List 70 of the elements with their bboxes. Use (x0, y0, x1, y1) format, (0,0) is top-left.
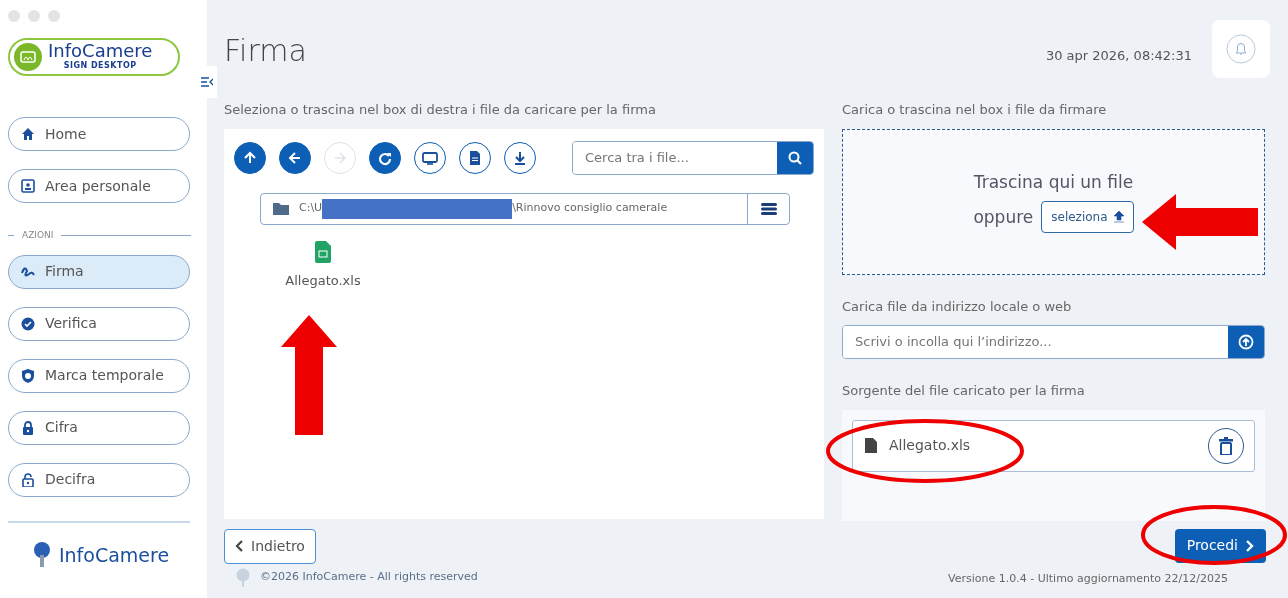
collapse-icon (201, 77, 213, 87)
url-field[interactable]: Scrivi o incolla qui l’indirizzo... (842, 325, 1265, 359)
back-arrow-icon (287, 149, 303, 166)
file-name: Allegato.xls (889, 436, 971, 455)
upload-circle-icon (1238, 334, 1254, 350)
back-button[interactable] (279, 141, 311, 174)
path-text: \Rinnovo consiglio camerale (512, 200, 668, 217)
spreadsheet-icon (315, 240, 331, 263)
path-field[interactable]: C:\U \Rinnovo consiglio camerale (260, 192, 790, 225)
drop-text: Trascina qui un file (973, 170, 1134, 194)
path-text: C:\U (299, 200, 323, 217)
proceed-button[interactable]: Procedi (1174, 528, 1266, 563)
logo-subtitle: SIGN DESKTOP (62, 60, 138, 72)
forward-arrow-icon (332, 149, 348, 166)
up-arrow-icon (242, 149, 258, 166)
or-text: oppure (973, 205, 1034, 229)
unlocked-icon (21, 472, 35, 487)
verified-badge-icon (21, 316, 35, 331)
file-icon (865, 438, 877, 453)
copyright-text: ©2026 InfoCamere - All rights reserved (260, 569, 478, 586)
bell-icon (1226, 34, 1256, 64)
upload-label: Carica o trascina nel box i file da firmare (842, 101, 1108, 119)
search-field[interactable]: Cerca tra i file... (572, 140, 814, 175)
up-button[interactable] (234, 141, 266, 174)
chevron-right-icon (1246, 539, 1254, 552)
page-title: Firma (224, 32, 307, 70)
document-button[interactable] (459, 141, 491, 174)
nav-item[interactable]: Verifica (8, 306, 190, 341)
nav-item[interactable]: Cifra (8, 410, 190, 445)
footer-logo-text: InfoCamere (58, 542, 170, 568)
document-icon (467, 149, 483, 166)
chevron-left-icon (235, 540, 243, 552)
delete-button[interactable] (1208, 427, 1244, 464)
nav-item[interactable]: Decifra (8, 462, 190, 497)
upload-icon (1113, 211, 1124, 224)
maximize-icon (48, 10, 60, 22)
id-card-icon (21, 179, 35, 193)
file-item[interactable]: Allegato.xls (268, 240, 378, 290)
trash-icon (1219, 436, 1233, 455)
minimize-icon (28, 10, 40, 22)
list-icon (760, 202, 777, 215)
nav-item[interactable]: Firma (8, 254, 190, 289)
logo-title: InfoCamere (48, 42, 153, 60)
section-label: AZIONI (22, 229, 54, 242)
shield-clock-icon (21, 368, 35, 383)
nav-item[interactable]: Home (8, 117, 190, 151)
url-label: Carica file da indirizzo locale o web (842, 297, 1073, 316)
monitor-button[interactable] (414, 141, 446, 174)
upload-url-button[interactable] (1228, 326, 1264, 358)
select-file-button[interactable]: seleziona (1041, 201, 1134, 234)
search-button[interactable] (777, 141, 813, 174)
date-time: 30 apr 2026, 08:42:31 (1045, 47, 1192, 65)
download-button[interactable] (504, 141, 536, 174)
instruction-text: Seleziona o trascina nel box di destra i file da caricare per la firma (224, 101, 657, 119)
signature-logo-icon (14, 43, 42, 71)
close-icon (8, 10, 20, 22)
signature-icon (21, 264, 35, 279)
folder-icon (273, 202, 289, 215)
home-icon (21, 127, 35, 141)
back-button[interactable]: Indietro (224, 528, 316, 564)
search-icon (788, 150, 802, 165)
monitor-icon (422, 149, 438, 166)
nav-item[interactable]: Marca temporale (8, 358, 190, 393)
download-icon (512, 149, 528, 166)
lock-icon (21, 420, 35, 435)
source-label: Sorgente del file caricato per la firma (842, 382, 1086, 400)
drop-zone[interactable]: Trascina qui un file oppure seleziona (842, 128, 1265, 275)
version-text: Versione 1.0.4 - Ultimo aggiornamento 22/12/2025 (948, 570, 1228, 587)
nav-item[interactable]: Area personale (8, 169, 190, 203)
refresh-button[interactable] (369, 141, 401, 174)
